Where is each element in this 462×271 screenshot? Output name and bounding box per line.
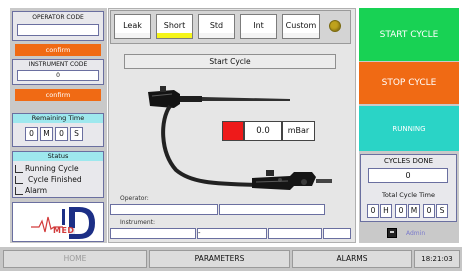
tab-int-indicator xyxy=(241,33,276,38)
status-led-icon xyxy=(329,20,341,32)
pressure-indicator xyxy=(222,121,244,141)
tab-std[interactable]: Std xyxy=(198,14,235,39)
total-minutes: 0 xyxy=(395,204,407,218)
instrument-code-title: INSTRUMENT CODE xyxy=(28,61,88,68)
tab-leak-indicator xyxy=(115,33,150,38)
status-running-cycle: Running Cycle xyxy=(15,164,79,174)
tab-short[interactable]: Short xyxy=(156,14,193,39)
instrument-display-field-3 xyxy=(268,228,322,239)
instrument-code-panel: INSTRUMENT CODE 0 xyxy=(12,59,104,85)
clock-display: 18:21:03 xyxy=(414,250,460,268)
remaining-minutes: 0 xyxy=(25,127,38,141)
instrument-display-field xyxy=(110,228,196,239)
total-seconds: 0 xyxy=(423,204,435,218)
status-cycle-finished: Cycle Finished xyxy=(15,175,82,185)
cycle-finished-label: Cycle Finished xyxy=(28,175,82,184)
cycle-finished-checkbox xyxy=(15,176,23,184)
cycles-done-title: CYCLES DONE xyxy=(383,157,434,165)
alarm-checkbox xyxy=(15,187,23,195)
total-cycle-time-title: Total Cycle Time xyxy=(382,191,435,199)
operator-code-input[interactable] xyxy=(17,24,99,36)
remaining-seconds-unit: S xyxy=(70,127,83,141)
tab-custom[interactable]: Custom xyxy=(282,14,320,39)
start-cycle-button[interactable]: START CYCLE xyxy=(359,8,459,61)
logo-text: MED xyxy=(53,226,75,235)
admin-label[interactable]: Admin xyxy=(406,230,425,237)
nav-parameters-button[interactable]: PARAMETERS xyxy=(149,250,290,268)
cycle-status-display: Start Cycle xyxy=(124,54,336,69)
tab-short-indicator xyxy=(157,33,192,38)
alarm-label: Alarm xyxy=(25,186,48,195)
nav-alarms-button[interactable]: ALARMS xyxy=(292,250,412,268)
operator-code-title: OPERATOR CODE xyxy=(32,14,84,21)
tab-custom-label: Custom xyxy=(285,21,317,30)
tab-short-label: Short xyxy=(163,21,186,30)
operator-confirm-button[interactable]: confirm xyxy=(15,44,101,56)
heartbeat-logo xyxy=(31,207,95,239)
remaining-minutes-unit: M xyxy=(40,127,53,141)
tab-leak-label: Leak xyxy=(123,21,142,30)
nav-home-button[interactable]: HOME xyxy=(3,250,147,268)
pressure-value: 0.0 xyxy=(244,121,282,141)
status-alarm: Alarm xyxy=(15,186,47,196)
instrument-code-input[interactable]: 0 xyxy=(17,70,99,81)
total-minutes-unit: M xyxy=(408,204,420,218)
total-hours-unit: H xyxy=(380,204,392,218)
tab-int-label: Int xyxy=(253,21,264,30)
pressure-unit: mBar xyxy=(282,121,315,141)
total-hours: 0 xyxy=(367,204,379,218)
tab-int[interactable]: Int xyxy=(240,14,277,39)
instrument-label: Instrument: xyxy=(120,219,156,226)
remaining-time-title: Remaining Time xyxy=(13,114,103,123)
operator-label: Operator: xyxy=(120,195,149,202)
instrument-confirm-button[interactable]: confirm xyxy=(15,89,101,101)
remaining-seconds: 0 xyxy=(55,127,68,141)
logo-box: MED xyxy=(12,202,104,242)
tab-leak[interactable]: Leak xyxy=(114,14,151,39)
operator-code-panel: OPERATOR CODE xyxy=(12,11,104,41)
tab-custom-indicator xyxy=(283,33,319,38)
status-title: Status xyxy=(13,152,103,161)
instrument-display-field-4 xyxy=(323,228,351,239)
tab-std-label: Std xyxy=(209,21,224,30)
tab-std-indicator xyxy=(199,33,234,38)
operator-display-field-2 xyxy=(219,204,325,215)
total-seconds-unit: S xyxy=(436,204,448,218)
cycles-done-value: 0 xyxy=(368,168,448,183)
stop-cycle-button[interactable]: STOP CYCLE xyxy=(359,62,459,104)
instrument-display-field-2: - xyxy=(197,228,267,239)
running-status: RUNNING xyxy=(359,106,459,151)
running-cycle-label: Running Cycle xyxy=(25,164,79,173)
running-cycle-checkbox xyxy=(15,165,23,173)
keypad-icon[interactable] xyxy=(387,228,397,238)
operator-display-field xyxy=(110,204,218,215)
